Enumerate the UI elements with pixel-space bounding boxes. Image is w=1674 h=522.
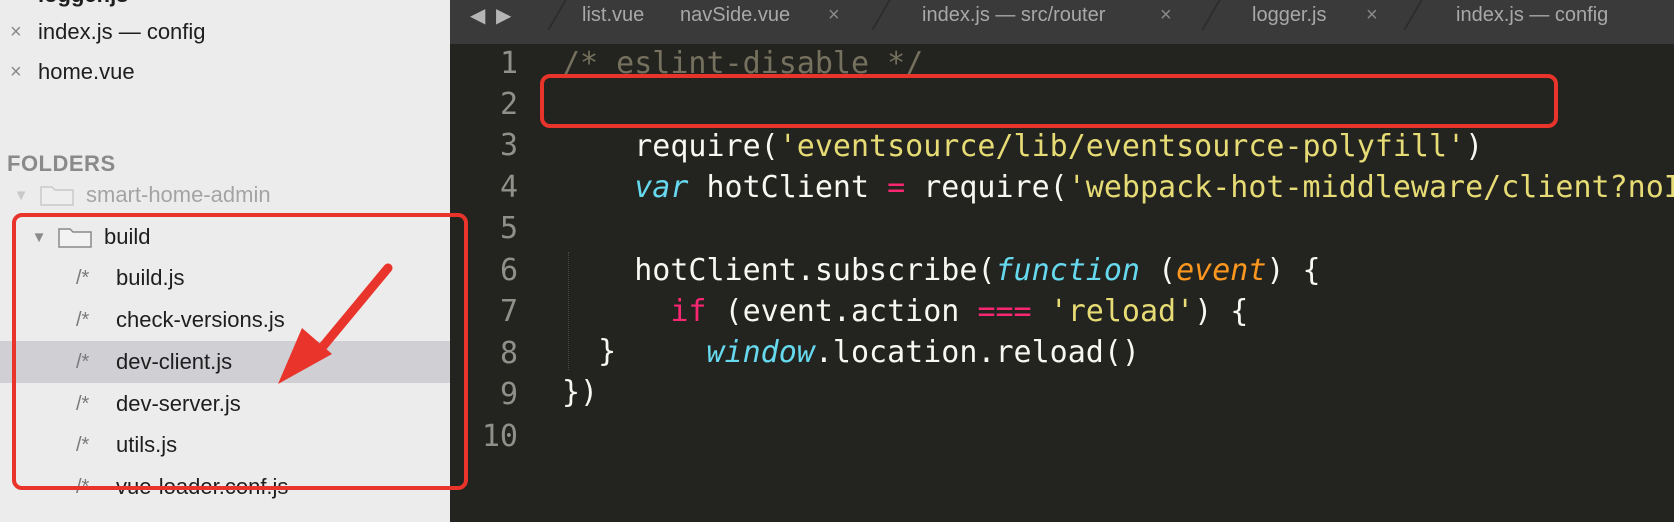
tab-divider bbox=[871, 0, 891, 30]
code-line-9[interactable]: }) bbox=[562, 372, 598, 414]
code-token: hotClient bbox=[688, 170, 888, 205]
close-icon[interactable]: × bbox=[10, 61, 38, 84]
tree-folder-smart-home-admin[interactable]: ▼ smart-home-admin bbox=[0, 174, 450, 216]
code-line-8[interactable]: } bbox=[562, 331, 616, 373]
code-line-6[interactable]: if (event.action === 'reload') { bbox=[562, 249, 1248, 329]
open-file-cut-off[interactable]: logger.js bbox=[38, 0, 128, 8]
code-token: .location.reload() bbox=[814, 335, 1140, 370]
code-token: require( bbox=[905, 170, 1068, 205]
code-line-5[interactable]: hotClient.subscribe(function (event) { bbox=[562, 208, 1320, 288]
tab-list-vue[interactable]: list.vue bbox=[582, 0, 644, 30]
annotation-box-require-line bbox=[540, 74, 1558, 128]
tab-logger-js[interactable]: logger.js bbox=[1252, 0, 1327, 30]
annotation-box-build-folder bbox=[12, 213, 468, 490]
code-string: 'webpack-hot-middleware/client?noInfo=tr… bbox=[1067, 170, 1674, 205]
open-file-label: home.vue bbox=[38, 59, 135, 84]
folder-icon bbox=[40, 186, 74, 206]
tab-close-icon[interactable]: × bbox=[1160, 0, 1172, 30]
tree-label: smart-home-admin bbox=[86, 182, 271, 207]
open-file-index-config[interactable]: × index.js — config bbox=[10, 12, 206, 52]
code-operator: = bbox=[887, 170, 906, 205]
tab-divider bbox=[1201, 0, 1221, 30]
code-token: ) { bbox=[1194, 294, 1249, 329]
tab-index-js-src-router[interactable]: index.js — src/router bbox=[922, 0, 1105, 30]
line-number: 4 bbox=[499, 170, 518, 205]
open-file-home-vue[interactable]: × home.vue bbox=[10, 52, 135, 92]
back-arrow-icon[interactable]: ◀ bbox=[470, 3, 485, 28]
tab-bar: ◀ ▶ list.vue navSide.vue × index.js — sr… bbox=[450, 0, 1674, 44]
code-line-7[interactable]: window.location.reload() bbox=[562, 290, 1140, 370]
code-builtin: window bbox=[706, 335, 815, 370]
disclosure-triangle-icon[interactable]: ▼ bbox=[12, 187, 30, 204]
line-number: 2 bbox=[499, 87, 518, 122]
tab-close-icon[interactable]: × bbox=[828, 0, 840, 30]
close-icon[interactable]: × bbox=[10, 21, 38, 44]
tab-close-icon[interactable]: × bbox=[1366, 0, 1378, 30]
tab-divider bbox=[1403, 0, 1423, 30]
forward-arrow-icon[interactable]: ▶ bbox=[496, 3, 511, 28]
code-keyword: var bbox=[634, 170, 689, 205]
tab-index-js-config[interactable]: index.js — config bbox=[1456, 0, 1608, 30]
code-token: ) { bbox=[1266, 253, 1321, 288]
tab-navside-vue[interactable]: navSide.vue bbox=[680, 0, 790, 30]
code-line-3[interactable]: var hotClient = require('webpack-hot-mid… bbox=[562, 125, 1674, 205]
open-file-label: index.js — config bbox=[38, 19, 206, 44]
line-number: 3 bbox=[499, 128, 518, 163]
tab-divider bbox=[547, 0, 567, 30]
line-number: 1 bbox=[499, 46, 518, 81]
